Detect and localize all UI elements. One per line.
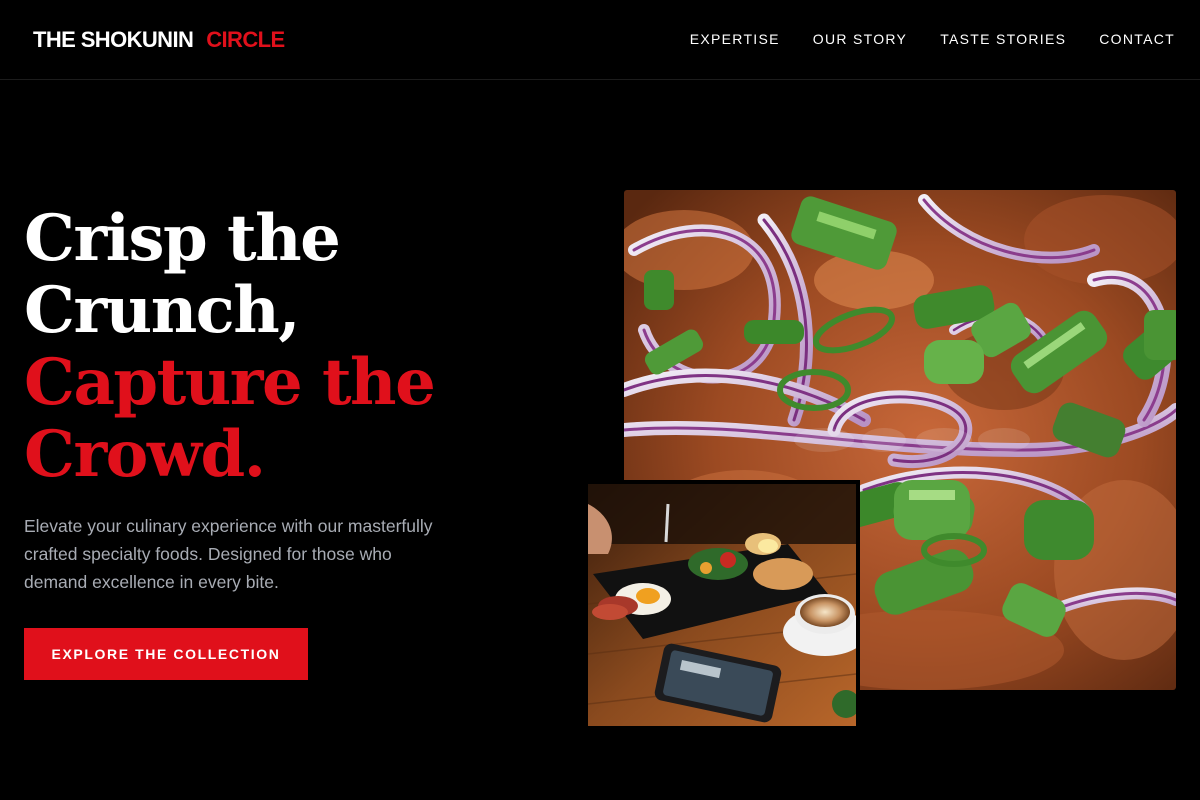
headline-line-4: Crowd. <box>24 417 266 492</box>
hero-description: Elevate your culinary experience with ou… <box>24 516 433 592</box>
headline-line-1: Crisp the <box>24 201 341 276</box>
hero-headline: Crisp the Crunch, Capture the Crowd. <box>24 201 436 492</box>
breakfast-coffee-photo <box>588 484 856 726</box>
brand-name-accent: CIRCLE <box>206 27 285 52</box>
breakfast-image <box>588 484 856 726</box>
breakfast-image-frame <box>586 480 860 730</box>
brand-logo[interactable]: THE SHOKUNIN CIRCLE <box>33 27 285 53</box>
main-nav: EXPERTISE OUR STORY TASTE STORIES CONTAC… <box>690 31 1175 47</box>
nav-contact[interactable]: CONTACT <box>1099 31 1175 47</box>
headline-line-3: Capture the <box>24 345 436 420</box>
brand-name: THE SHOKUNIN <box>33 27 194 52</box>
site-header: THE SHOKUNIN CIRCLE EXPERTISE OUR STORY T… <box>0 0 1200 80</box>
explore-collection-button[interactable]: EXPLORE THE COLLECTION <box>24 628 308 680</box>
headline-line-2: Crunch, <box>24 273 301 348</box>
nav-expertise[interactable]: EXPERTISE <box>690 31 780 47</box>
nav-our-story[interactable]: OUR STORY <box>813 31 907 47</box>
nav-taste-stories[interactable]: TASTE STORIES <box>940 31 1066 47</box>
